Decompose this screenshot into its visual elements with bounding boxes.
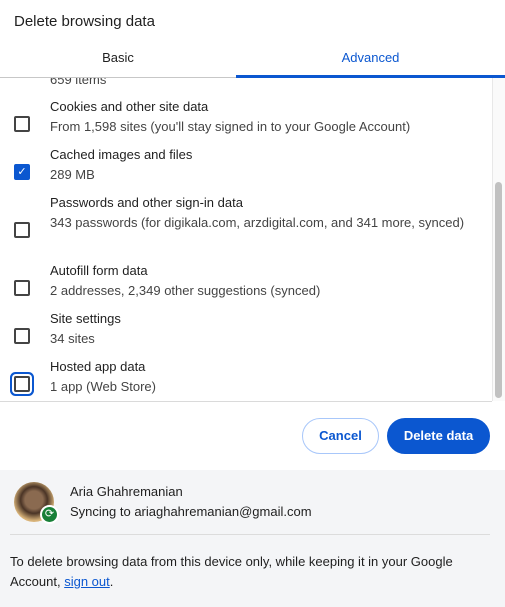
item-detail: 34 sites — [50, 331, 95, 346]
item-detail: 1 app (Web Store) — [50, 379, 156, 394]
cache-checkbox[interactable]: ✓ — [14, 164, 30, 180]
item-detail: 2 addresses, 2,349 other suggestions (sy… — [50, 283, 321, 298]
passwords-checkbox[interactable] — [14, 222, 30, 238]
item-detail: 289 MB — [50, 167, 95, 182]
item-title: Site settings — [50, 311, 121, 326]
sync-status: Syncing to ariaghahremanian@gmail.com — [70, 504, 312, 519]
hosted-apps-checkbox[interactable] — [14, 376, 30, 392]
item-detail: 343 passwords (for digikala.com, arzdigi… — [50, 215, 465, 230]
delete-data-button[interactable]: Delete data — [387, 418, 490, 454]
cancel-button[interactable]: Cancel — [302, 418, 379, 454]
item-title: Hosted app data — [50, 359, 146, 374]
item-title: Cookies and other site data — [50, 99, 209, 114]
checkmark-icon: ✓ — [17, 166, 27, 178]
scrollbar-thumb[interactable] — [495, 182, 502, 398]
item-title: Passwords and other sign-in data — [50, 195, 243, 210]
list-divider — [0, 401, 492, 402]
cookies-checkbox[interactable] — [14, 116, 30, 132]
item-detail: From 1,598 sites (you'll stay signed in … — [50, 119, 411, 134]
item-title: Autofill form data — [50, 263, 148, 278]
footer-divider — [10, 534, 490, 535]
dialog-title: Delete browsing data — [14, 13, 155, 30]
sign-out-link[interactable]: sign out — [64, 574, 110, 589]
note-suffix: . — [109, 574, 114, 589]
sign-out-note: To delete browsing data from this device… — [10, 552, 490, 592]
sync-icon: ⟳ — [40, 505, 59, 524]
site-settings-checkbox[interactable] — [14, 328, 30, 344]
partial-item-detail: 659 items — [50, 78, 107, 87]
account-name: Aria Ghahremanian — [70, 484, 183, 499]
data-type-list: 659 items Cookies and other site data Fro… — [0, 78, 492, 401]
tab-basic[interactable]: Basic — [0, 50, 236, 78]
tab-advanced[interactable]: Advanced — [236, 50, 505, 78]
autofill-checkbox[interactable] — [14, 280, 30, 296]
item-title: Cached images and files — [50, 147, 193, 162]
